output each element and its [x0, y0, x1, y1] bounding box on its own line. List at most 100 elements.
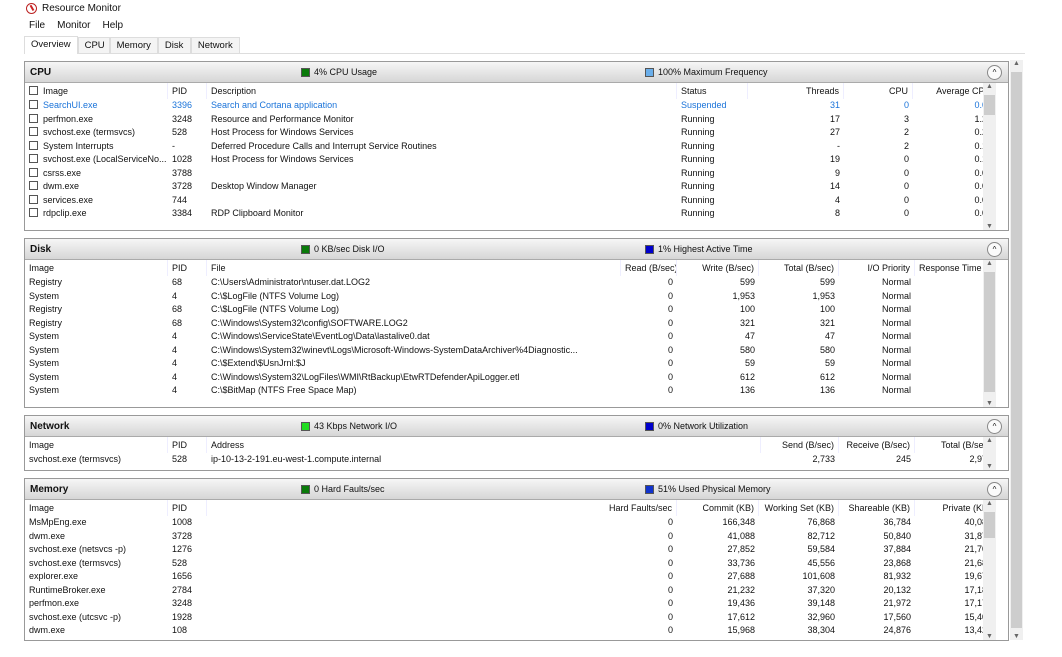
disk-panel-header[interactable]: Disk 0 KB/sec Disk I/O 1% Highest Active… — [25, 239, 1008, 260]
column-header-hard-faults-sec[interactable]: Hard Faults/sec — [207, 500, 677, 516]
column-header-write-b-sec[interactable]: Write (B/sec) — [677, 260, 759, 276]
outer-scroll-thumb[interactable] — [1011, 72, 1022, 628]
column-header-address[interactable]: Address — [207, 437, 761, 453]
row-checkbox[interactable] — [29, 127, 38, 136]
scroll-down-icon[interactable]: ▼ — [983, 463, 996, 470]
menu-help[interactable]: Help — [102, 20, 123, 31]
column-header-pid[interactable]: PID — [168, 500, 207, 516]
column-header-read-b-sec[interactable]: Read (B/sec) — [621, 260, 677, 276]
scroll-up-icon[interactable]: ▲ — [983, 437, 996, 444]
cpu-table-scrollbar[interactable]: ▲▼ — [983, 83, 996, 230]
scroll-up-icon[interactable]: ▲ — [983, 83, 996, 90]
memory-table-scrollbar[interactable]: ▲▼ — [983, 500, 996, 640]
table-row[interactable]: Registry68C:\Users\Administrator\ntuser.… — [25, 276, 1008, 290]
network-collapse-button[interactable]: ^ — [987, 419, 1002, 434]
column-header-send-b-sec[interactable]: Send (B/sec) — [761, 437, 839, 453]
table-row[interactable]: System4C:\$LogFile (NTFS Volume Log)01,9… — [25, 290, 1008, 304]
scroll-up-icon[interactable]: ▲ — [983, 260, 996, 267]
tab-disk[interactable]: Disk — [158, 37, 191, 53]
column-header-image[interactable]: Image — [25, 437, 168, 453]
column-header-receive-b-sec[interactable]: Receive (B/sec) — [839, 437, 915, 453]
scroll-thumb[interactable] — [984, 272, 995, 392]
scroll-down-icon[interactable]: ▼ — [983, 400, 996, 407]
scroll-thumb[interactable] — [984, 512, 995, 538]
column-header-cpu[interactable]: CPU — [844, 83, 913, 99]
network-panel-header[interactable]: Network 43 Kbps Network I/O 0% Network U… — [25, 416, 1008, 437]
scroll-thumb[interactable] — [984, 95, 995, 115]
table-row[interactable]: dwm.exe108015,96838,30424,87613,428 — [25, 624, 1008, 638]
table-row[interactable]: Registry68C:\Windows\System32\config\SOF… — [25, 317, 1008, 331]
column-header-label: CPU — [889, 86, 908, 96]
table-row[interactable]: rdpclip.exe3384RDP Clipboard MonitorRunn… — [25, 207, 1008, 221]
table-row[interactable]: perfmon.exe3248Resource and Performance … — [25, 113, 1008, 127]
select-all-checkbox[interactable] — [29, 86, 38, 95]
table-row[interactable]: System4C:\$BitMap (NTFS Free Space Map)0… — [25, 384, 1008, 398]
disk-table-scrollbar[interactable]: ▲▼ — [983, 260, 996, 407]
table-row[interactable]: svchost.exe (termsvcs)528ip-10-13-2-191.… — [25, 453, 1008, 467]
row-checkbox[interactable] — [29, 100, 38, 109]
table-row[interactable]: svchost.exe (termsvcs)528Host Process fo… — [25, 126, 1008, 140]
row-checkbox[interactable] — [29, 195, 38, 204]
table-row[interactable]: System4C:\Windows\System32\LogFiles\WMI\… — [25, 371, 1008, 385]
table-row[interactable]: csrss.exe3788Running900.05 — [25, 167, 1008, 181]
column-header-shareable-kb[interactable]: Shareable (KB) — [839, 500, 915, 516]
row-checkbox[interactable] — [29, 208, 38, 217]
menu-file[interactable]: File — [29, 20, 45, 31]
cell-shareable-kb: 17,560 — [839, 611, 915, 625]
scroll-up-icon[interactable]: ▲ — [983, 500, 996, 507]
column-header-total-b-sec[interactable]: Total (B/sec) — [759, 260, 839, 276]
disk-collapse-button[interactable]: ^ — [987, 242, 1002, 257]
table-row[interactable]: System4C:\Windows\System32\winevt\Logs\M… — [25, 344, 1008, 358]
column-header-image[interactable]: Image — [25, 83, 168, 99]
row-checkbox[interactable] — [29, 154, 38, 163]
row-checkbox[interactable] — [29, 114, 38, 123]
scroll-down-icon[interactable]: ▼ — [983, 633, 996, 640]
tab-memory[interactable]: Memory — [110, 37, 158, 53]
table-row[interactable]: services.exe744Running400.03 — [25, 194, 1008, 208]
outer-scrollbar[interactable]: ▲ ▼ — [1010, 60, 1023, 640]
column-header-file[interactable]: File — [207, 260, 621, 276]
table-row[interactable]: dwm.exe3728041,08882,71250,84031,872 — [25, 530, 1008, 544]
scroll-down-icon[interactable]: ▼ — [983, 223, 996, 230]
cpu-panel-header[interactable]: CPU 4% CPU Usage 100% Maximum Frequency … — [25, 62, 1008, 83]
table-row[interactable]: System Interrupts-Deferred Procedure Cal… — [25, 140, 1008, 154]
table-row[interactable]: perfmon.exe3248019,43639,14821,97217,176 — [25, 597, 1008, 611]
column-header-working-set-kb[interactable]: Working Set (KB) — [759, 500, 839, 516]
row-checkbox[interactable] — [29, 141, 38, 150]
cpu-collapse-button[interactable]: ^ — [987, 65, 1002, 80]
column-header-pid[interactable]: PID — [168, 437, 207, 453]
column-header-pid[interactable]: PID — [168, 83, 207, 99]
row-checkbox[interactable] — [29, 181, 38, 190]
table-row[interactable]: System4C:\Windows\ServiceState\EventLog\… — [25, 330, 1008, 344]
table-row[interactable]: svchost.exe (termsvcs)528033,73645,55623… — [25, 557, 1008, 571]
column-header-image[interactable]: Image — [25, 260, 168, 276]
table-row[interactable]: svchost.exe (utcsvc -p)1928017,61232,960… — [25, 611, 1008, 625]
tab-cpu[interactable]: CPU — [78, 37, 110, 53]
row-checkbox[interactable] — [29, 168, 38, 177]
table-row[interactable]: RuntimeBroker.exe2784021,23237,32020,132… — [25, 584, 1008, 598]
network-table-scrollbar[interactable]: ▲▼ — [983, 437, 996, 470]
column-header-status[interactable]: Status — [677, 83, 748, 99]
column-header-i-o-priority[interactable]: I/O Priority — [839, 260, 915, 276]
table-row[interactable]: System4C:\$Extend\$UsnJrnl:$J05959Normal… — [25, 357, 1008, 371]
tab-overview[interactable]: Overview — [24, 36, 78, 54]
column-header-threads[interactable]: Threads — [748, 83, 844, 99]
menu-monitor[interactable]: Monitor — [57, 20, 90, 31]
scroll-down-icon[interactable]: ▼ — [1010, 633, 1023, 640]
column-header-description[interactable]: Description — [207, 83, 677, 99]
table-row[interactable]: SearchUI.exe3396Search and Cortana appli… — [25, 99, 1008, 113]
table-row[interactable]: explorer.exe1656027,688101,60881,93219,6… — [25, 570, 1008, 584]
column-header-commit-kb[interactable]: Commit (KB) — [677, 500, 759, 516]
scroll-up-icon[interactable]: ▲ — [1010, 60, 1023, 67]
column-header-image[interactable]: Image — [25, 500, 168, 516]
memory-collapse-button[interactable]: ^ — [987, 482, 1002, 497]
memory-panel-header[interactable]: Memory 0 Hard Faults/sec 51% Used Physic… — [25, 479, 1008, 500]
cell-shareable-kb: 81,932 — [839, 570, 915, 584]
table-row[interactable]: Registry68C:\$LogFile (NTFS Volume Log)0… — [25, 303, 1008, 317]
table-row[interactable]: svchost.exe (LocalServiceNo...1028Host P… — [25, 153, 1008, 167]
table-row[interactable]: MsMpEng.exe10080166,34876,86836,78440,08… — [25, 516, 1008, 530]
tab-network[interactable]: Network — [191, 37, 240, 53]
table-row[interactable]: svchost.exe (netsvcs -p)1276027,85259,58… — [25, 543, 1008, 557]
column-header-pid[interactable]: PID — [168, 260, 207, 276]
table-row[interactable]: dwm.exe3728Desktop Window ManagerRunning… — [25, 180, 1008, 194]
